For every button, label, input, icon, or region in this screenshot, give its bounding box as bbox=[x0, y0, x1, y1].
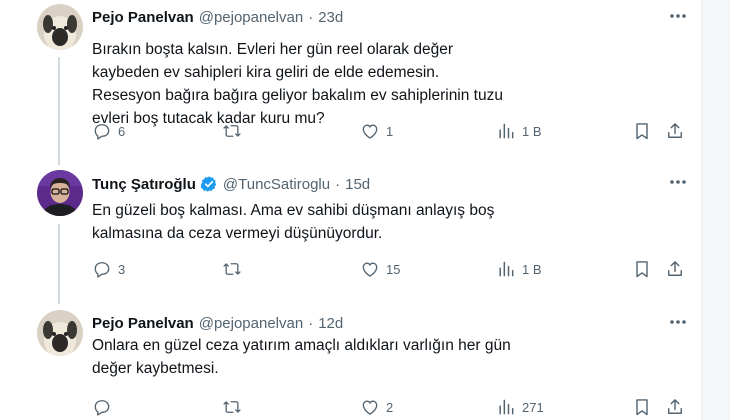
display-name[interactable]: Tunç Şatıroğlu bbox=[92, 176, 196, 193]
share-button[interactable] bbox=[665, 258, 685, 280]
separator-dot: · bbox=[335, 175, 341, 193]
tweet[interactable]: Pejo Panelvan @pejopanelvan · 12d Onlara… bbox=[0, 306, 700, 420]
bookmark-button[interactable] bbox=[632, 120, 652, 142]
reply-icon bbox=[94, 262, 110, 278]
views-count: 1 B bbox=[522, 261, 542, 277]
display-name[interactable]: Pejo Panelvan bbox=[92, 9, 194, 26]
share-icon bbox=[668, 261, 682, 276]
like-icon bbox=[362, 400, 378, 415]
reply-count: 6 bbox=[118, 123, 126, 139]
tweet-text: Bırakın boşta kalsın. Evleri her gün ree… bbox=[92, 41, 503, 127]
tweet[interactable]: Tunç Şatıroğlu @TuncSatiroglu · 15d En g… bbox=[0, 166, 700, 306]
views-count: 1 B bbox=[522, 123, 542, 139]
reply-icon bbox=[94, 400, 110, 416]
like-button[interactable]: 2 bbox=[360, 396, 393, 418]
avatar[interactable] bbox=[37, 170, 83, 216]
bookmark-icon bbox=[636, 261, 648, 278]
retweet-button[interactable] bbox=[222, 258, 248, 280]
retweet-icon bbox=[223, 401, 241, 413]
like-button[interactable]: 1 bbox=[360, 120, 393, 142]
retweet-icon bbox=[223, 125, 241, 137]
retweet-button[interactable] bbox=[222, 396, 248, 418]
tweet-header: Pejo Panelvan @pejopanelvan · 23d bbox=[92, 9, 343, 26]
tweet-actions: 2 271 bbox=[92, 396, 692, 420]
reply-button[interactable]: 6 bbox=[92, 120, 125, 142]
user-handle[interactable]: @pejopanelvan bbox=[199, 9, 303, 26]
views-button[interactable]: 1 B bbox=[496, 258, 542, 280]
more-icon[interactable] bbox=[668, 318, 688, 326]
share-icon bbox=[668, 123, 682, 138]
bookmark-button[interactable] bbox=[632, 258, 652, 280]
user-handle[interactable]: @TuncSatiroglu bbox=[223, 176, 330, 193]
like-button[interactable]: 15 bbox=[360, 258, 400, 280]
views-button[interactable]: 271 bbox=[496, 396, 544, 418]
more-icon[interactable] bbox=[668, 178, 688, 186]
separator-dot: · bbox=[308, 315, 314, 332]
more-icon[interactable] bbox=[668, 12, 688, 20]
share-button[interactable] bbox=[665, 396, 685, 418]
views-icon bbox=[499, 261, 514, 277]
avatar[interactable] bbox=[37, 4, 83, 50]
like-icon bbox=[362, 262, 378, 277]
bookmark-button[interactable] bbox=[632, 396, 652, 418]
bookmark-icon bbox=[636, 399, 648, 416]
views-count: 271 bbox=[522, 399, 544, 415]
tweet-header: Tunç Şatıroğlu @TuncSatiroglu · 15d bbox=[92, 175, 370, 193]
tweet-text: En güzeli boş kalması. Ama ev sahibi düş… bbox=[92, 202, 495, 242]
reply-button[interactable] bbox=[92, 396, 118, 418]
retweet-button[interactable] bbox=[222, 120, 248, 142]
timestamp[interactable]: 23d bbox=[318, 9, 343, 26]
verified-badge-icon bbox=[200, 176, 217, 192]
reply-button[interactable]: 3 bbox=[92, 258, 125, 280]
views-button[interactable]: 1 B bbox=[496, 120, 542, 142]
scrollbar-gutter bbox=[701, 0, 730, 420]
display-name[interactable]: Pejo Panelvan bbox=[92, 315, 194, 332]
reply-icon bbox=[94, 124, 110, 140]
tweet-text: Onlara en güzel ceza yatırım amaçlı aldı… bbox=[92, 337, 511, 377]
bookmark-icon bbox=[636, 123, 648, 140]
separator-dot: · bbox=[308, 9, 314, 26]
like-count: 2 bbox=[386, 399, 394, 415]
share-icon bbox=[668, 399, 682, 414]
like-icon bbox=[362, 124, 378, 139]
reply-count: 3 bbox=[118, 261, 126, 277]
avatar[interactable] bbox=[37, 310, 83, 356]
tweet-actions: 6 1 1 B bbox=[92, 120, 692, 144]
tweet[interactable]: Pejo Panelvan @pejopanelvan · 23d Bırakı… bbox=[0, 0, 700, 160]
retweet-icon bbox=[223, 263, 241, 275]
like-count: 15 bbox=[386, 261, 401, 277]
share-button[interactable] bbox=[665, 120, 685, 142]
like-count: 1 bbox=[386, 123, 394, 139]
views-icon bbox=[499, 123, 514, 139]
timestamp[interactable]: 15d bbox=[345, 176, 370, 193]
tweet-actions: 3 15 1 B bbox=[92, 258, 692, 282]
user-handle[interactable]: @pejopanelvan bbox=[199, 315, 303, 332]
timestamp[interactable]: 12d bbox=[318, 315, 343, 332]
tweet-header: Pejo Panelvan @pejopanelvan · 12d bbox=[92, 315, 343, 332]
views-icon bbox=[499, 399, 514, 415]
